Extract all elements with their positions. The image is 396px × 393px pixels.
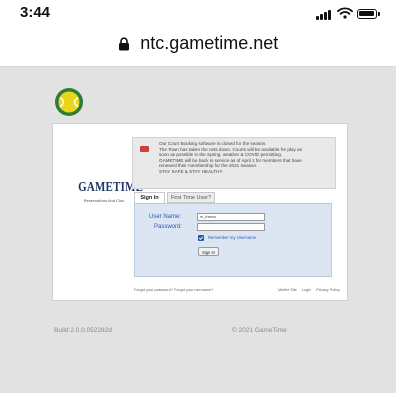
notice-line: STAY SAFE & STAY HEALTHY.	[159, 168, 224, 174]
gametime-logo: GAMETIME Reservations And Club	[69, 178, 143, 203]
brand-tagline: Reservations And Club	[83, 198, 125, 203]
username-field[interactable]	[197, 213, 265, 221]
forgot-credentials-links[interactable]: Forgot your password? Forgot your userna…	[134, 288, 213, 292]
password-label: Password:	[154, 224, 183, 230]
checkbox-checked-icon[interactable]	[198, 235, 204, 241]
sign-in-form: User Name: Password: Remember my Usernam…	[134, 203, 332, 277]
copyright: © 2021 GameTime	[232, 327, 287, 334]
warning-icon	[140, 146, 149, 152]
tab-sign-in[interactable]: Sign In	[134, 192, 165, 203]
battery-icon	[357, 9, 380, 19]
login-link[interactable]: Login	[302, 288, 311, 292]
tennis-ball-logo-icon[interactable]	[54, 87, 84, 117]
login-card: GAMETIME Reservations And Club Our Court…	[52, 123, 348, 301]
status-time: 3:44	[20, 4, 51, 21]
tab-first-time-user[interactable]: First Time User?	[167, 192, 215, 203]
password-field[interactable]	[197, 223, 265, 231]
page-content: GAMETIME Reservations And Club Our Court…	[0, 67, 396, 393]
username-label: User Name:	[149, 214, 182, 220]
cellular-signal-icon	[316, 10, 332, 20]
footer-links: Mobile Site Login Privacy Policy	[274, 288, 340, 292]
closure-notice: Our Court Booking software is closed for…	[132, 137, 336, 189]
status-bar: 3:44	[0, 0, 396, 30]
privacy-policy-link[interactable]: Privacy Policy	[316, 288, 340, 292]
sign-in-button[interactable]: Sign In	[198, 247, 219, 256]
mobile-site-link[interactable]: Mobile Site	[278, 288, 297, 292]
url-text[interactable]: ntc.gametime.net	[140, 33, 278, 53]
wifi-icon	[337, 7, 353, 19]
lock-icon	[118, 36, 129, 50]
build-version: Build 2.0.0.052282d	[54, 327, 112, 334]
remember-username-label[interactable]: Remember my Username	[208, 235, 256, 240]
address-bar[interactable]: ntc.gametime.net	[0, 30, 396, 67]
